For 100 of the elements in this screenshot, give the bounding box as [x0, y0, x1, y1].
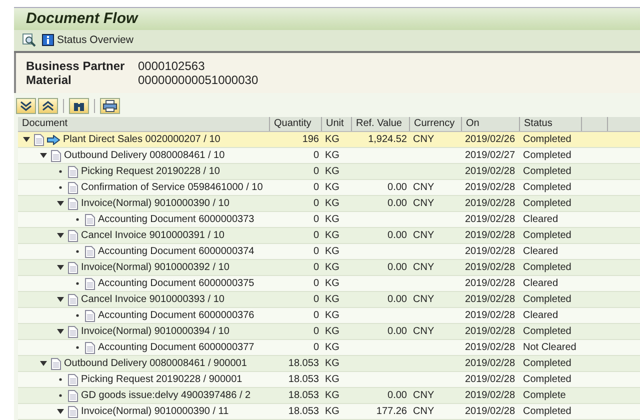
document-icon — [51, 358, 61, 370]
quantity-cell-text: 18.053 — [287, 358, 320, 369]
bullet-icon — [56, 183, 65, 192]
document-name[interactable]: Invoice(Normal) 9010000394 / 10 — [81, 326, 230, 337]
status-cell-text: Completed — [522, 262, 572, 273]
status-cell-text: Completed — [522, 406, 572, 417]
document-name[interactable]: Outbound Delivery 0080008461 / 900001 — [64, 358, 247, 369]
date-cell-text: 2019/02/28 — [464, 182, 516, 193]
collapse-all-icon — [42, 101, 54, 111]
document-icon — [68, 406, 78, 418]
toolbar-button[interactable] — [100, 98, 120, 114]
document-name[interactable]: Invoice(Normal) 9010000390 / 10 — [81, 198, 230, 209]
unit-cell-text: KG — [324, 358, 340, 369]
column-header[interactable]: Document — [18, 117, 270, 131]
bullet-icon — [73, 247, 82, 256]
toolbar-button[interactable] — [69, 98, 89, 114]
document-name[interactable]: Accounting Document 6000000375 — [98, 278, 254, 289]
quantity-cell-text: 0 — [312, 262, 320, 273]
date-cell-text: 2019/02/27 — [464, 150, 516, 161]
document-icon — [85, 310, 95, 322]
document-name[interactable]: Accounting Document 6000000374 — [98, 246, 254, 257]
quantity-cell-text: 0 — [312, 166, 320, 177]
status-cell-text: Cleared — [522, 246, 560, 257]
unit-cell-text: KG — [324, 166, 340, 177]
collapse-icon[interactable] — [39, 359, 48, 368]
ref-value-cell-text: 0.00 — [386, 294, 408, 305]
collapse-icon[interactable] — [56, 263, 65, 272]
column-header[interactable]: Currency — [410, 117, 462, 131]
document-icon — [68, 198, 78, 210]
document-name[interactable]: Confirmation of Service 0598461000 / 10 — [81, 182, 263, 193]
document-icon — [51, 150, 61, 162]
date-cell-text: 2019/02/28 — [464, 358, 516, 369]
status-cell-text: Completed — [522, 358, 572, 369]
document-name[interactable]: Accounting Document 6000000373 — [98, 214, 254, 225]
document-icon — [85, 214, 95, 226]
document-name[interactable]: Picking Request 20190228 / 10 — [81, 166, 220, 177]
column-header[interactable]: On — [462, 117, 520, 131]
collapse-icon[interactable] — [39, 151, 48, 160]
column-header[interactable]: Unit — [322, 117, 352, 131]
window-title: Document Flow — [14, 7, 640, 30]
column-header[interactable]: Ref. Value — [352, 117, 410, 131]
search-icon[interactable] — [22, 33, 36, 48]
unit-cell-text: KG — [324, 310, 340, 321]
collapse-icon[interactable] — [56, 327, 65, 336]
unit-cell-text: KG — [324, 278, 340, 289]
printer-icon — [103, 100, 117, 112]
collapse-icon[interactable] — [22, 135, 31, 144]
document-name[interactable]: Cancel Invoice 9010000393 / 10 — [81, 294, 224, 305]
unit-cell-text: KG — [324, 374, 340, 385]
document-name[interactable]: Accounting Document 6000000377 — [98, 342, 254, 353]
field-label: Business Partner — [26, 59, 126, 74]
document-name[interactable]: Accounting Document 6000000376 — [98, 310, 254, 321]
document-name[interactable]: Picking Request 20190228 / 900001 — [81, 374, 242, 385]
status-cell-text: Cleared — [522, 214, 560, 225]
bullet-icon — [73, 343, 82, 352]
info-icon — [42, 34, 54, 46]
bullet-icon — [56, 391, 65, 400]
quantity-cell-text: 0 — [312, 278, 320, 289]
document-name[interactable]: GD goods issue:delvy 4900397486 / 2 — [81, 390, 251, 401]
unit-cell-text: KG — [324, 230, 340, 241]
document-name[interactable]: Invoice(Normal) 9010000390 / 11 — [81, 406, 229, 417]
status-cell-text: Completed — [522, 230, 572, 241]
unit-cell-text: KG — [324, 390, 340, 401]
date-cell-text: 2019/02/28 — [464, 166, 516, 177]
status-cell-text: Completed — [522, 198, 572, 209]
collapse-icon[interactable] — [56, 295, 65, 304]
document-name[interactable]: Outbound Delivery 0080008461 / 10 — [64, 150, 225, 161]
unit-cell-text: KG — [324, 342, 340, 353]
quantity-cell-text: 0 — [312, 214, 320, 225]
unit-cell-text: KG — [324, 150, 340, 161]
document-icon — [68, 182, 78, 194]
document-name[interactable]: Invoice(Normal) 9010000392 / 10 — [81, 262, 230, 273]
quantity-cell-text: 0 — [312, 246, 320, 257]
date-cell-text: 2019/02/28 — [464, 374, 516, 385]
date-cell-text: 2019/02/28 — [464, 198, 516, 209]
toolbar-button[interactable] — [38, 98, 58, 114]
collapse-icon[interactable] — [56, 199, 65, 208]
status-overview-button[interactable]: Status Overview — [42, 34, 134, 46]
column-header[interactable]: Quantity — [270, 117, 322, 131]
status-cell-text: Not Cleared — [522, 342, 578, 353]
document-name[interactable]: Plant Direct Sales 0020000207 / 10 — [63, 134, 220, 145]
currency-cell-text: CNY — [412, 326, 436, 337]
document-icon — [68, 374, 78, 386]
collapse-icon[interactable] — [56, 231, 65, 240]
ref-value-cell-text: 177.26 — [375, 406, 408, 417]
date-cell-text: 2019/02/26 — [464, 134, 516, 145]
currency-cell-text: CNY — [412, 406, 436, 417]
collapse-icon[interactable] — [56, 407, 65, 416]
toolbar-button[interactable] — [16, 98, 36, 114]
quantity-cell-text: 0 — [312, 326, 320, 337]
document-name[interactable]: Cancel Invoice 9010000391 / 10 — [81, 230, 224, 241]
currency-cell-text: CNY — [412, 390, 436, 401]
ref-value-cell-text: 1,924.52 — [367, 134, 408, 145]
quantity-cell-text: 0 — [312, 294, 320, 305]
date-cell-text: 2019/02/28 — [464, 326, 516, 337]
expand-all-icon — [20, 101, 32, 111]
document-icon — [68, 262, 78, 274]
currency-cell-text: CNY — [412, 262, 436, 273]
column-header[interactable]: Status — [520, 117, 582, 131]
field-value: 000000000051000030 — [138, 73, 258, 88]
